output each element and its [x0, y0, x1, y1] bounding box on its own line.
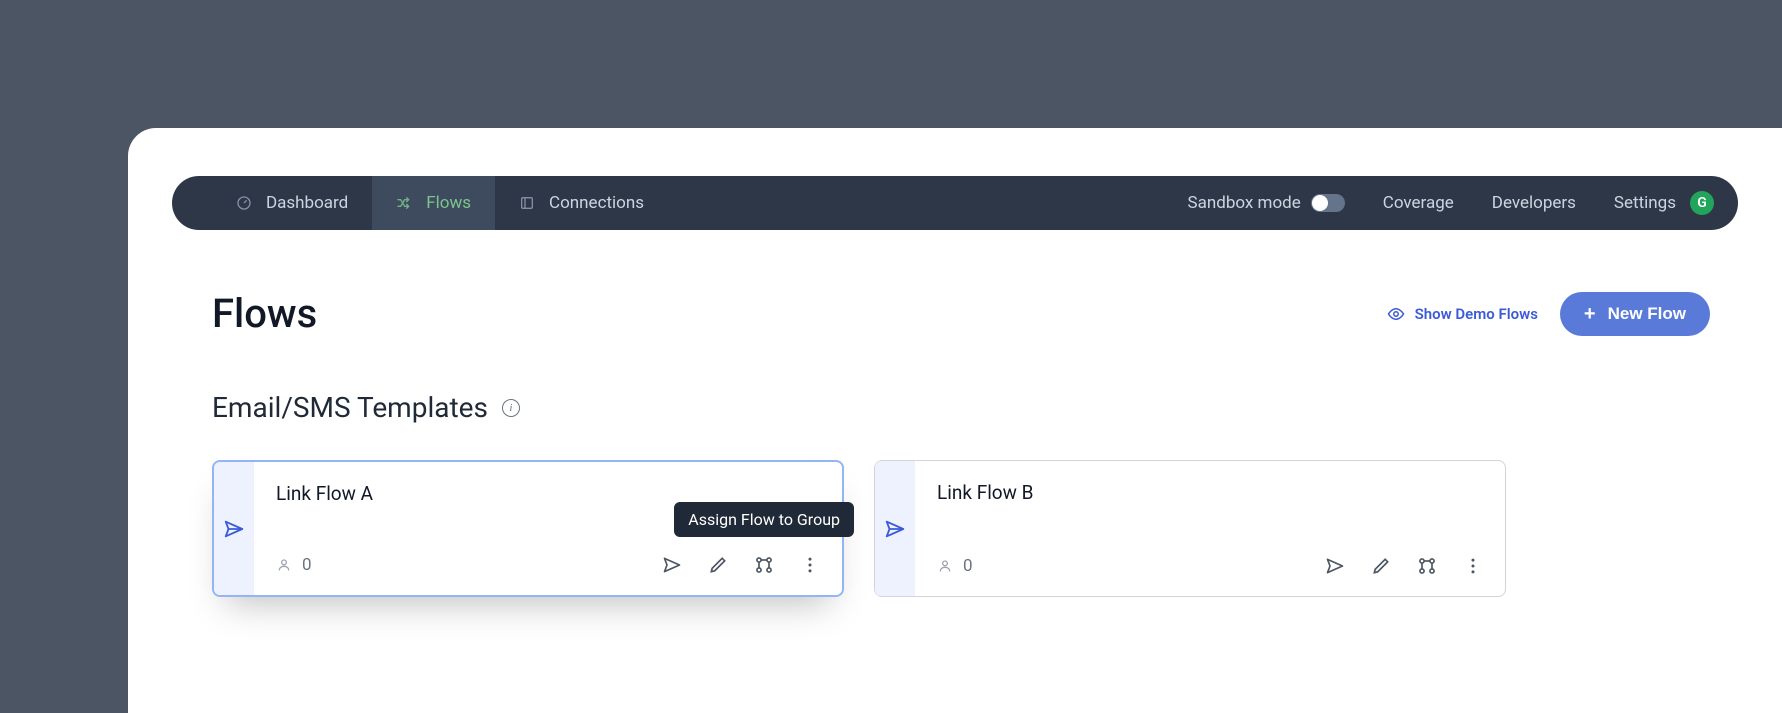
flow-card[interactable]: Assign Flow to Group Link Flow A — [212, 460, 844, 597]
card-actions — [662, 555, 820, 575]
settings-wrap: Settings G — [1614, 191, 1714, 215]
sandbox-mode-label: Sandbox mode — [1188, 193, 1301, 213]
eye-icon — [1387, 305, 1405, 323]
dashboard-icon — [236, 195, 252, 211]
topbar: Dashboard Flows Connections — [172, 176, 1738, 230]
more-icon[interactable] — [1463, 556, 1483, 576]
card-side-indicator — [875, 461, 915, 596]
section-title: Email/SMS Templates — [212, 391, 488, 424]
nav-link-coverage[interactable]: Coverage — [1383, 193, 1454, 213]
card-footer: 0 — [276, 555, 820, 575]
nav-label: Flows — [426, 193, 471, 213]
new-flow-label: New Flow — [1608, 304, 1686, 324]
nav-right: Sandbox mode Coverage Developers Setting… — [1188, 191, 1738, 215]
header-actions: Show Demo Flows + New Flow — [1387, 292, 1710, 336]
edit-icon[interactable] — [708, 555, 728, 575]
nav-item-connections[interactable]: Connections — [495, 176, 668, 230]
plus-icon: + — [1584, 304, 1596, 324]
avatar[interactable]: G — [1690, 191, 1714, 215]
send-icon — [223, 518, 245, 540]
page-content: Flows Show Demo Flows + New Flow — [128, 230, 1782, 597]
send-action-icon[interactable] — [1325, 556, 1345, 576]
section-templates: Email/SMS Templates i Assign Flow to Gro… — [212, 391, 1710, 597]
cards-row: Assign Flow to Group Link Flow A — [212, 460, 1710, 597]
card-footer: 0 — [937, 556, 1483, 576]
flow-card[interactable]: Link Flow B 0 — [874, 460, 1506, 597]
group-icon[interactable] — [754, 555, 774, 575]
page-header: Flows Show Demo Flows + New Flow — [212, 290, 1710, 337]
group-icon[interactable] — [1417, 556, 1437, 576]
card-side-indicator — [214, 462, 254, 595]
app-window: Dashboard Flows Connections — [128, 128, 1782, 713]
users-count-value: 0 — [963, 556, 973, 576]
flow-title: Link Flow B — [937, 481, 1483, 504]
connections-icon — [519, 195, 535, 211]
card-body: Link Flow B 0 — [915, 461, 1505, 596]
nav-label: Dashboard — [266, 193, 348, 213]
person-icon — [937, 558, 953, 574]
sandbox-toggle[interactable] — [1311, 194, 1345, 212]
sandbox-mode-control: Sandbox mode — [1188, 193, 1345, 213]
new-flow-button[interactable]: + New Flow — [1560, 292, 1710, 336]
more-icon[interactable] — [800, 555, 820, 575]
send-icon — [884, 518, 906, 540]
card-actions — [1325, 556, 1483, 576]
show-demo-label: Show Demo Flows — [1415, 305, 1538, 323]
nav-link-settings[interactable]: Settings — [1614, 193, 1676, 213]
page-title: Flows — [212, 290, 317, 337]
nav-left: Dashboard Flows Connections — [172, 176, 668, 230]
toggle-knob — [1312, 195, 1328, 211]
person-icon — [276, 557, 292, 573]
users-count: 0 — [276, 555, 312, 575]
nav-item-dashboard[interactable]: Dashboard — [212, 176, 372, 230]
send-action-icon[interactable] — [662, 555, 682, 575]
users-count-value: 0 — [302, 555, 312, 575]
edit-icon[interactable] — [1371, 556, 1391, 576]
nav-item-flows[interactable]: Flows — [372, 176, 495, 230]
nav-link-developers[interactable]: Developers — [1492, 193, 1576, 213]
info-icon[interactable]: i — [502, 399, 520, 417]
tooltip-assign-group: Assign Flow to Group — [674, 502, 854, 537]
shuffle-icon — [396, 195, 412, 211]
show-demo-flows-link[interactable]: Show Demo Flows — [1387, 305, 1538, 323]
users-count: 0 — [937, 556, 973, 576]
section-title-row: Email/SMS Templates i — [212, 391, 1710, 424]
nav-label: Connections — [549, 193, 644, 213]
